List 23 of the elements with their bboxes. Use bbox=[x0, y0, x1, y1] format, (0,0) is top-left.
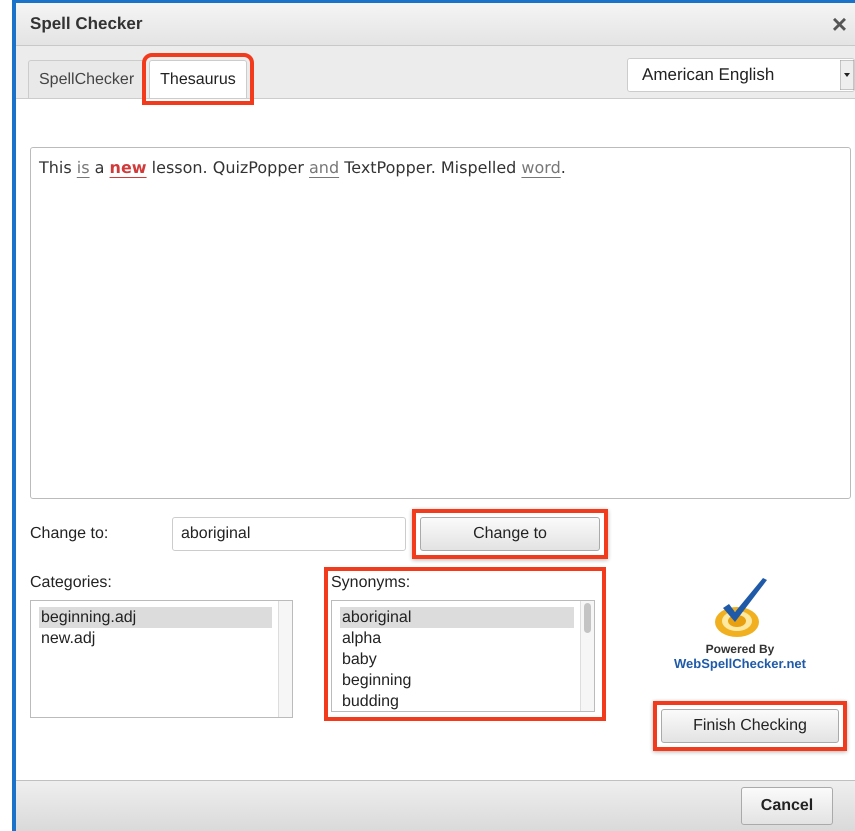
scrollbar[interactable] bbox=[580, 601, 594, 711]
list-item[interactable]: alpha bbox=[340, 628, 574, 649]
window-title: Spell Checker bbox=[30, 14, 142, 34]
synonyms-label: Synonyms: bbox=[331, 574, 412, 592]
change-to-field[interactable]: aboriginal bbox=[172, 517, 406, 551]
list-item[interactable]: new.adj bbox=[39, 628, 272, 649]
list-item[interactable]: budding bbox=[340, 691, 574, 712]
categories-label: Categories: bbox=[30, 574, 113, 592]
finish-checking-button[interactable]: Finish Checking bbox=[661, 709, 839, 743]
list-item[interactable]: baby bbox=[340, 649, 574, 670]
list-item[interactable]: beginning bbox=[340, 670, 574, 691]
text-editor[interactable]: This is a new lesson. QuizPopper and TextPopper. Mispelled word. bbox=[30, 147, 851, 499]
logo-text: WebSpellChecker.net bbox=[674, 656, 806, 671]
change-to-label: Change to: bbox=[30, 525, 110, 543]
close-button[interactable]: × bbox=[828, 8, 851, 40]
cancel-button[interactable]: Cancel bbox=[741, 787, 833, 825]
list-item[interactable]: aboriginal bbox=[340, 607, 574, 628]
list-item[interactable]: beginning.adj bbox=[39, 607, 272, 628]
powered-by-text: Powered By bbox=[706, 642, 774, 656]
scrollbar[interactable] bbox=[278, 601, 292, 717]
change-to-button[interactable]: Change to bbox=[420, 517, 600, 551]
language-dropdown[interactable]: American English bbox=[627, 58, 855, 92]
editor-text: This is a new lesson. QuizPopper and TextPopper. Mispelled word. bbox=[39, 158, 566, 177]
